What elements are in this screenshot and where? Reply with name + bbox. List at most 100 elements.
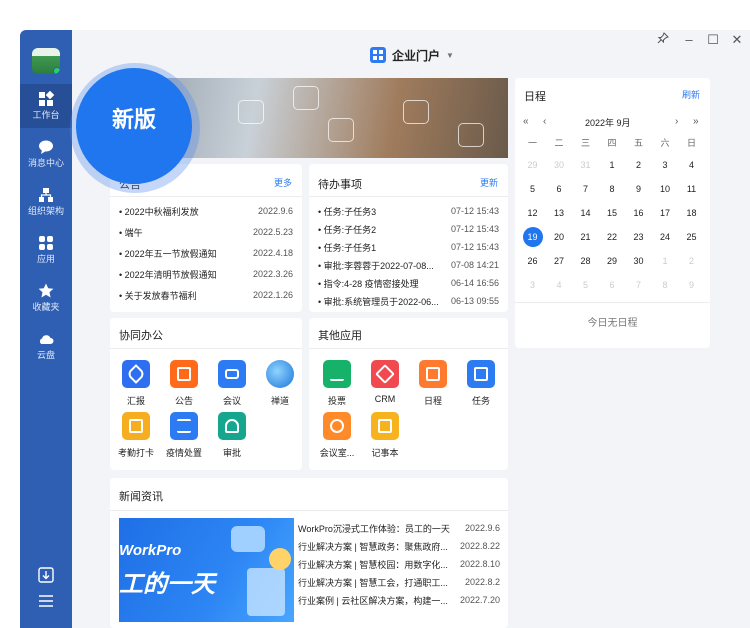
download-button[interactable] bbox=[20, 566, 72, 587]
calendar-day[interactable]: 3 bbox=[652, 154, 679, 176]
calendar-day[interactable]: 25 bbox=[678, 226, 705, 248]
new-version-badge[interactable]: 新版 bbox=[76, 68, 192, 184]
calendar-day[interactable]: 29 bbox=[519, 154, 546, 176]
announcement-item[interactable]: • 端午 2022.5.23 bbox=[119, 222, 293, 242]
app-schedule[interactable]: 日程 bbox=[407, 360, 459, 407]
announcement-item[interactable]: • 关于发放春节福利 2022.1.26 bbox=[119, 285, 293, 305]
news-cover-image[interactable]: WorkPro 工的一天 bbox=[119, 518, 294, 622]
calendar-day[interactable]: 6 bbox=[599, 274, 626, 296]
app-approval[interactable]: 审批 bbox=[206, 412, 258, 459]
app-task[interactable]: 任务 bbox=[455, 360, 507, 407]
news-item[interactable]: 行业解决方案 | 智慧政务：聚焦政府... 2022.8.22 bbox=[298, 536, 500, 556]
news-item[interactable]: 行业案例 | 云社区解决方案，构建一... 2022.7.20 bbox=[298, 590, 500, 610]
todo-item[interactable]: • 任务:子任务1 07-12 15:43 bbox=[318, 237, 499, 257]
app-attendance[interactable]: 考勤打卡 bbox=[110, 412, 162, 459]
news-item[interactable]: 行业解决方案 | 智慧校园：用数字化... 2022.8.10 bbox=[298, 554, 500, 574]
calendar-day[interactable]: 21 bbox=[572, 226, 599, 248]
todo-item[interactable]: • 任务:子任务3 07-12 15:43 bbox=[318, 201, 499, 221]
calendar-day[interactable]: 4 bbox=[546, 274, 573, 296]
todo-item[interactable]: • 审批:系统管理员于2022-06... 06-13 09:55 bbox=[318, 291, 499, 311]
calendar-day[interactable]: 7 bbox=[625, 274, 652, 296]
todos-card: 待办事项 更新 • 任务:子任务3 07-12 15:43 • 任务:子任务2 07… bbox=[309, 164, 508, 312]
calendar-day[interactable]: 31 bbox=[572, 154, 599, 176]
calendar-day[interactable]: 10 bbox=[652, 178, 679, 200]
todo-item[interactable]: • 指令:4-28 疫情密接处理 06-14 16:56 bbox=[318, 273, 499, 293]
prev-year-button[interactable]: « bbox=[523, 116, 529, 127]
calendar-day[interactable]: 22 bbox=[599, 226, 626, 248]
sidebar-item-workbench[interactable]: 工作台 bbox=[20, 84, 72, 128]
todo-item[interactable]: • 审批:李蓉蓉于2022-07-08... 07-08 14:21 bbox=[318, 255, 499, 275]
calendar-check-icon bbox=[122, 412, 150, 440]
sidebar-item-label: 工作台 bbox=[32, 110, 60, 120]
calendar-day[interactable]: 2 bbox=[625, 154, 652, 176]
calendar-day[interactable]: 27 bbox=[546, 250, 573, 272]
close-button[interactable]: ✕ bbox=[726, 32, 748, 48]
next-month-button[interactable]: › bbox=[675, 116, 678, 127]
calendar-day[interactable]: 2 bbox=[678, 250, 705, 272]
calendar-day[interactable]: 6 bbox=[546, 178, 573, 200]
calendar-day[interactable]: 23 bbox=[625, 226, 652, 248]
calendar-day[interactable]: 7 bbox=[572, 178, 599, 200]
app-meeting[interactable]: 会议 bbox=[206, 360, 258, 407]
sidebar-item-messages[interactable]: 消息中心 bbox=[20, 132, 72, 176]
calendar-day[interactable]: 13 bbox=[546, 202, 573, 224]
todos-refresh-link[interactable]: 更新 bbox=[480, 176, 498, 189]
announcement-item[interactable]: • 2022年清明节放假通知 2022.3.26 bbox=[119, 264, 293, 284]
portal-switcher[interactable]: 企业门户 ▼ bbox=[370, 46, 454, 64]
calendar-day[interactable]: 17 bbox=[652, 202, 679, 224]
prev-month-button[interactable]: ‹ bbox=[543, 116, 546, 127]
app-notepad[interactable]: 记事本 bbox=[359, 412, 411, 459]
minimize-button[interactable]: – bbox=[678, 32, 700, 47]
news-item[interactable]: 行业解决方案 | 智慧工会，打通职工... 2022.8.2 bbox=[298, 572, 500, 592]
calendar-day[interactable]: 20 bbox=[546, 226, 573, 248]
calendar-day-today[interactable]: 19 bbox=[519, 226, 546, 248]
app-report[interactable]: 汇报 bbox=[110, 360, 162, 407]
announcement-item[interactable]: • 2022中秋福利发放 2022.9.6 bbox=[119, 201, 293, 221]
calendar-day[interactable]: 9 bbox=[678, 274, 705, 296]
sidebar-item-cloud[interactable]: 云盘 bbox=[20, 324, 72, 368]
calendar-day[interactable]: 11 bbox=[678, 178, 705, 200]
main-menu-button[interactable] bbox=[20, 592, 72, 613]
calendar-day[interactable]: 15 bbox=[599, 202, 626, 224]
calendar-day[interactable]: 1 bbox=[599, 154, 626, 176]
app-zentao[interactable]: 禅道 bbox=[254, 360, 306, 407]
calendar-day[interactable]: 12 bbox=[519, 202, 546, 224]
app-crm[interactable]: CRM bbox=[359, 360, 411, 404]
calendar-day[interactable]: 8 bbox=[652, 274, 679, 296]
calendar-day[interactable]: 24 bbox=[652, 226, 679, 248]
calendar-day[interactable]: 14 bbox=[572, 202, 599, 224]
calendar-day[interactable]: 8 bbox=[599, 178, 626, 200]
sidebar-item-apps[interactable]: 应用 bbox=[20, 228, 72, 272]
calendar-day[interactable]: 18 bbox=[678, 202, 705, 224]
calendar-day[interactable]: 28 bbox=[572, 250, 599, 272]
sidebar-item-label: 应用 bbox=[36, 254, 55, 264]
calendar-day[interactable]: 5 bbox=[519, 178, 546, 200]
calendar-day[interactable]: 30 bbox=[625, 250, 652, 272]
sidebar-item-label: 云盘 bbox=[36, 350, 55, 360]
sidebar-item-org[interactable]: 组织架构 bbox=[20, 180, 72, 224]
calendar-day[interactable]: 29 bbox=[599, 250, 626, 272]
calendar-day[interactable]: 26 bbox=[519, 250, 546, 272]
announcements-more-link[interactable]: 更多 bbox=[274, 176, 292, 189]
calendar-day[interactable]: 16 bbox=[625, 202, 652, 224]
next-year-button[interactable]: » bbox=[693, 116, 699, 127]
calendar-day[interactable]: 30 bbox=[546, 154, 573, 176]
maximize-button[interactable]: ☐ bbox=[702, 32, 724, 48]
sidebar-item-favorites[interactable]: 收藏夹 bbox=[20, 276, 72, 320]
app-vote[interactable]: 投票 bbox=[311, 360, 363, 407]
app-notice[interactable]: 公告 bbox=[158, 360, 210, 407]
calendar-day[interactable]: 4 bbox=[678, 154, 705, 176]
app-meeting-room[interactable]: 会议室... bbox=[311, 412, 363, 459]
calendar-day[interactable]: 9 bbox=[625, 178, 652, 200]
todo-item[interactable]: • 任务:子任务2 07-12 15:43 bbox=[318, 219, 499, 239]
pin-button[interactable] bbox=[652, 32, 674, 47]
app-epidemic[interactable]: 疫情处置 bbox=[158, 412, 210, 459]
announcement-item[interactable]: • 2022年五一节放假通知 2022.4.18 bbox=[119, 243, 293, 263]
schedule-refresh-link[interactable]: 刷新 bbox=[682, 88, 700, 101]
app-logo[interactable] bbox=[32, 48, 60, 74]
calendar-month-label[interactable]: 2022年 9月 bbox=[585, 116, 631, 129]
news-item[interactable]: WorkPro沉浸式工作体验：员工的一天 2022.9.6 bbox=[298, 518, 500, 538]
calendar-day[interactable]: 1 bbox=[652, 250, 679, 272]
calendar-day[interactable]: 3 bbox=[519, 274, 546, 296]
calendar-day[interactable]: 5 bbox=[572, 274, 599, 296]
